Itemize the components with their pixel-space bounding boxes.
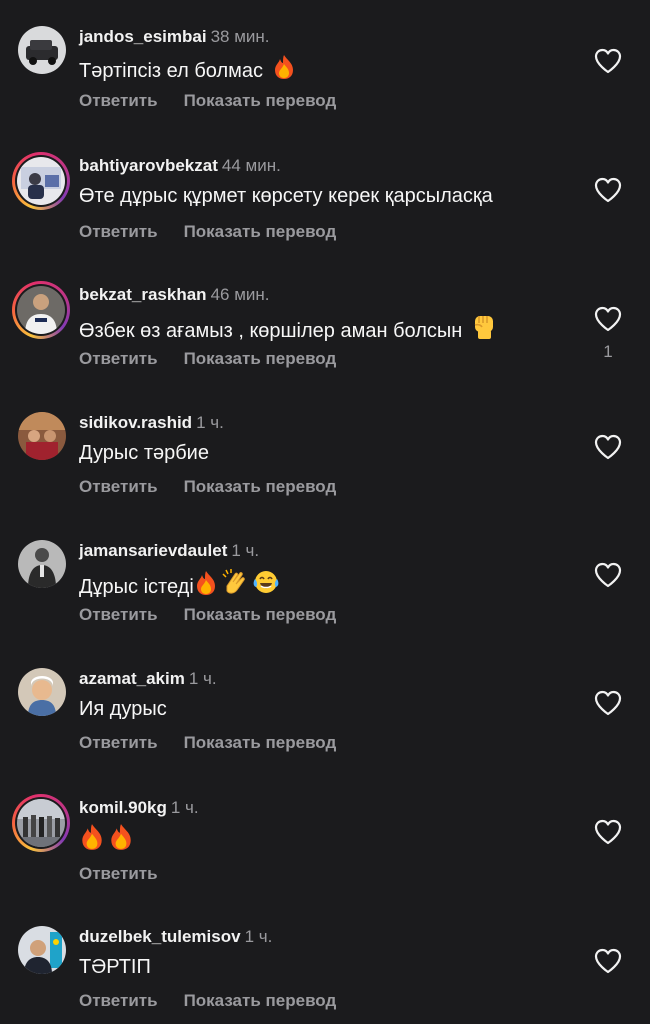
comment-body: Өзбек өз ағамыз , көршілер аман болсын: [79, 320, 463, 342]
show-translation-button[interactable]: Показать перевод: [184, 221, 337, 243]
username-link[interactable]: bekzat_raskhan: [79, 285, 207, 304]
username-link[interactable]: jandos_esimbai: [79, 27, 207, 46]
username-link[interactable]: komil.90kg: [79, 798, 167, 817]
comment-meta: komil.90kg 1 ч.: [79, 797, 199, 819]
comment-meta: jamansarievdaulet 1 ч.: [79, 540, 259, 562]
face-with-tears-of-joy-emoji-icon: [253, 571, 279, 593]
comment-time: 1 ч.: [231, 541, 260, 560]
comment-time: 38 мин.: [210, 27, 270, 46]
show-translation-button[interactable]: Показать перевод: [184, 604, 337, 626]
comment-time: 44 мин.: [221, 156, 281, 175]
reply-button[interactable]: Ответить: [79, 221, 158, 243]
comment-text: Дұрыс істеді: [79, 568, 280, 600]
show-translation-button[interactable]: Показать перевод: [184, 990, 337, 1012]
comment-time: 1 ч.: [170, 798, 199, 817]
show-translation-button[interactable]: Показать перевод: [184, 476, 337, 498]
heart-icon[interactable]: [594, 690, 622, 716]
avatar[interactable]: [12, 794, 70, 852]
heart-icon[interactable]: [594, 948, 622, 974]
avatar[interactable]: [18, 926, 66, 974]
fire-emoji-icon: [82, 824, 102, 850]
show-translation-button[interactable]: Показать перевод: [184, 732, 337, 754]
avatar-image: [18, 926, 66, 974]
reply-button[interactable]: Ответить: [79, 90, 158, 112]
like-count: 1: [603, 342, 613, 361]
comment-meta: sidikov.rashid 1 ч.: [79, 412, 224, 434]
clapping-hands-emoji-icon: [222, 569, 245, 594]
fire-emoji-icon: [111, 824, 131, 850]
comments-screen: jandos_esimbai 38 мин. Тәртіпсіз ел болма…: [0, 0, 650, 1024]
heart-icon[interactable]: [594, 434, 622, 460]
comment-actions: Ответить Показать перевод: [79, 221, 336, 243]
comment-time: 1 ч.: [196, 413, 224, 432]
comment-body: Өте дұрыс құрмет көрсету керек қарсыласқ…: [79, 185, 493, 207]
avatar[interactable]: [18, 668, 66, 716]
show-translation-button[interactable]: Показать перевод: [184, 90, 337, 112]
heart-icon[interactable]: [594, 306, 622, 332]
raised-fist-emoji-icon: [474, 316, 493, 339]
comment-body: Ия дурыс: [79, 698, 167, 720]
username-link[interactable]: sidikov.rashid: [79, 413, 192, 432]
comment-actions: Ответить Показать перевод: [79, 348, 336, 370]
username-link[interactable]: bahtiyarovbekzat: [79, 156, 218, 175]
comment-body: Тәртіпсіз ел болмас: [79, 60, 263, 82]
comment-meta: duzelbek_tulemisov 1 ч.: [79, 926, 272, 948]
avatar[interactable]: [12, 152, 70, 210]
comment-text: Өзбек өз ағамыз , көршілер аман болсын: [79, 312, 497, 344]
username-link[interactable]: duzelbek_tulemisov: [79, 927, 241, 946]
comment-body: Дұрыс істеді: [79, 576, 194, 598]
avatar[interactable]: [18, 540, 66, 588]
comment-actions: Ответить: [79, 863, 158, 885]
heart-icon[interactable]: [594, 177, 622, 203]
comment-meta: jandos_esimbai 38 мин.: [79, 26, 270, 48]
comment-meta: bekzat_raskhan 46 мин.: [79, 284, 270, 306]
comment-actions: Ответить Показать перевод: [79, 90, 336, 112]
comment-body: Дурыс тәрбие: [79, 442, 209, 464]
avatar-image: [18, 412, 66, 460]
story-ring: [15, 797, 67, 849]
story-ring: [15, 284, 67, 336]
avatar-image: [17, 157, 65, 205]
avatar-image: [17, 799, 65, 847]
avatar-image: [18, 26, 66, 74]
heart-icon[interactable]: [594, 819, 622, 845]
comment-text: Тәртіпсіз ел болмас: [79, 54, 296, 84]
comment-meta: bahtiyarovbekzat 44 мин.: [79, 155, 281, 177]
story-ring: [15, 155, 67, 207]
heart-icon[interactable]: [594, 48, 622, 74]
comment-actions: Ответить Показать перевод: [79, 990, 336, 1012]
avatar-image: [18, 540, 66, 588]
heart-icon[interactable]: [594, 562, 622, 588]
comment-actions: Ответить Показать перевод: [79, 476, 336, 498]
comment-text: [79, 823, 134, 855]
comment-actions: Ответить Показать перевод: [79, 732, 336, 754]
comment-text: Ия дурыс: [79, 696, 167, 722]
comment-meta: azamat_akim 1 ч.: [79, 668, 217, 690]
avatar[interactable]: [18, 26, 66, 74]
fire-emoji-icon: [274, 55, 293, 79]
reply-button[interactable]: Ответить: [79, 863, 158, 885]
comment-time: 46 мин.: [210, 285, 270, 304]
avatar-image: [17, 286, 65, 334]
comment-body: ТӘРТІП: [79, 956, 151, 978]
reply-button[interactable]: Ответить: [79, 990, 158, 1012]
username-link[interactable]: jamansarievdaulet: [79, 541, 227, 560]
fire-emoji-icon: [196, 571, 215, 595]
comment-text: Дурыс тәрбие: [79, 440, 209, 466]
username-link[interactable]: azamat_akim: [79, 669, 185, 688]
comment-time: 1 ч.: [188, 669, 217, 688]
comment-actions: Ответить Показать перевод: [79, 604, 336, 626]
reply-button[interactable]: Ответить: [79, 732, 158, 754]
avatar-image: [18, 668, 66, 716]
show-translation-button[interactable]: Показать перевод: [184, 348, 337, 370]
reply-button[interactable]: Ответить: [79, 604, 158, 626]
avatar[interactable]: [12, 281, 70, 339]
reply-button[interactable]: Ответить: [79, 476, 158, 498]
comment-text: ТӘРТІП: [79, 954, 151, 980]
reply-button[interactable]: Ответить: [79, 348, 158, 370]
comment-text: Өте дұрыс құрмет көрсету керек қарсыласқ…: [79, 183, 493, 209]
avatar[interactable]: [18, 412, 66, 460]
comment-time: 1 ч.: [244, 927, 273, 946]
